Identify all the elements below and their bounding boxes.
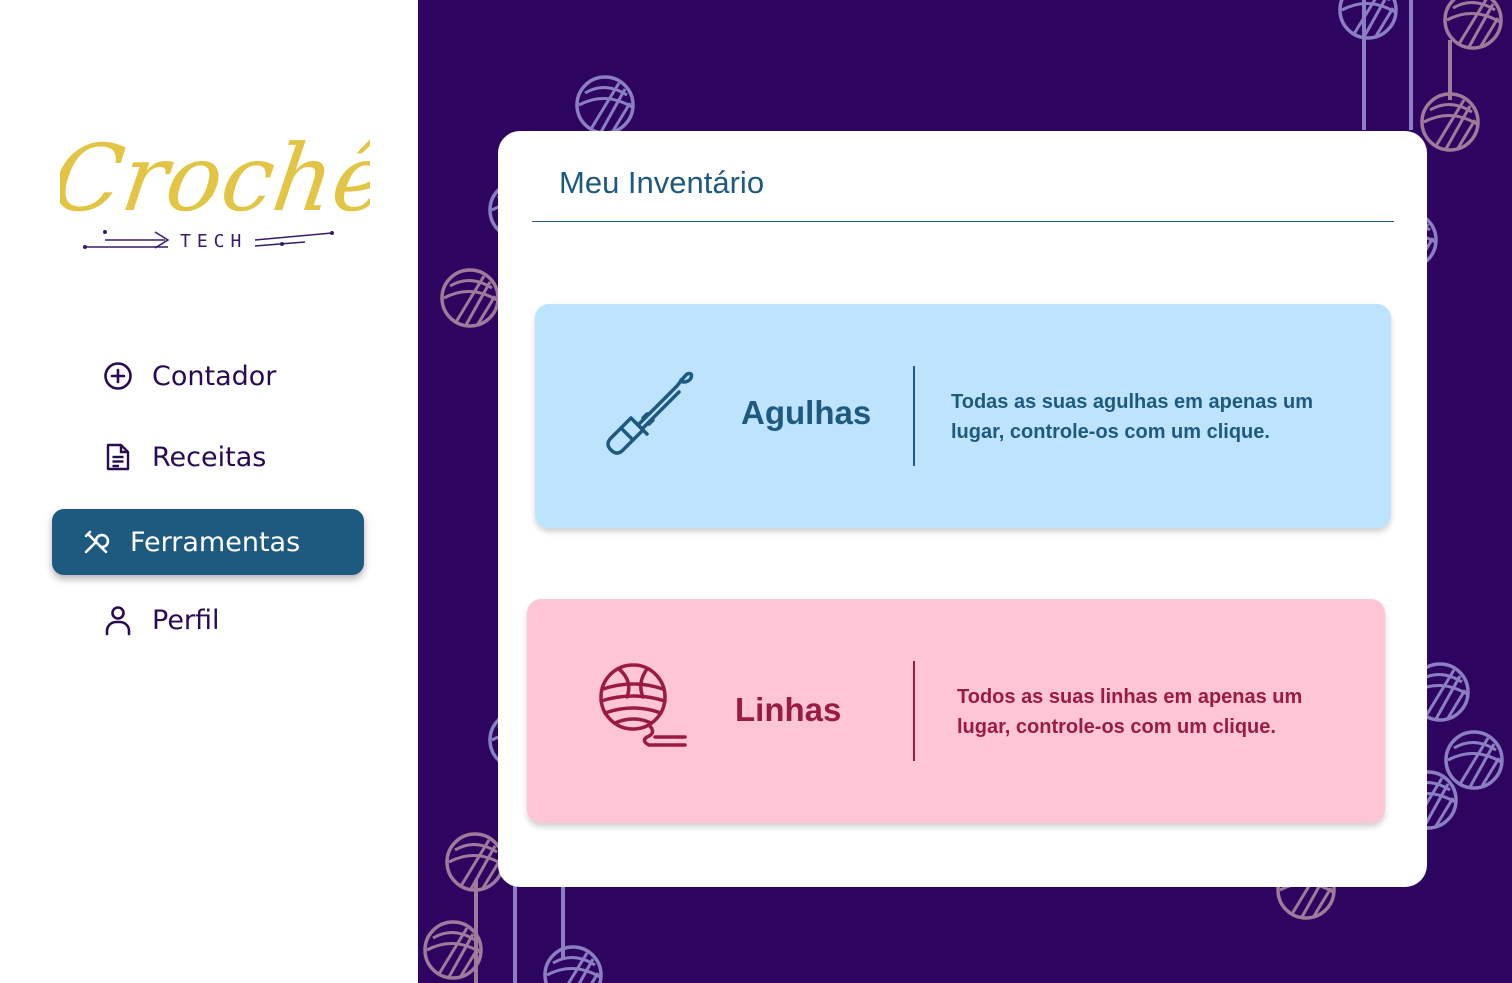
- nav-item-label: Perfil: [152, 604, 220, 636]
- inventory-card: Meu Inventário Agulhas Todas as suas agu…: [498, 131, 1427, 887]
- nav-item-receitas[interactable]: Receitas: [52, 424, 364, 490]
- inventory-box-agulhas[interactable]: Agulhas Todas as suas agulhas em apenas …: [535, 304, 1391, 528]
- sidebar: Crochê TECH Contador Receitas Ferramenta…: [0, 0, 418, 983]
- nav-item-label: Receitas: [152, 441, 267, 473]
- yarn-ball-icon: [597, 661, 697, 761]
- nav-item-label: Ferramentas: [130, 526, 301, 558]
- user-icon: [102, 604, 134, 636]
- box-separator: [913, 366, 915, 466]
- crochet-hook-icon: [597, 362, 697, 462]
- nav-item-perfil[interactable]: Perfil: [52, 587, 364, 653]
- nav-item-ferramentas[interactable]: Ferramentas: [52, 509, 364, 575]
- svg-text:Crochê: Crochê: [60, 124, 370, 231]
- tools-icon: [80, 526, 112, 558]
- box-label-linhas: Linhas: [735, 691, 842, 728]
- document-icon: [102, 441, 134, 473]
- page-title: Meu Inventário: [559, 165, 765, 200]
- box-description-agulhas: Todas as suas agulhas em apenas um lugar…: [951, 391, 1313, 443]
- nav-item-label: Contador: [152, 360, 277, 392]
- box-description-linhas: Todos as suas linhas em apenas um lugar,…: [957, 686, 1303, 738]
- svg-text:TECH: TECH: [180, 231, 247, 252]
- nav-item-contador[interactable]: Contador: [52, 343, 364, 409]
- box-separator: [913, 661, 915, 761]
- plus-circle-icon: [102, 360, 134, 392]
- box-label-agulhas: Agulhas: [741, 394, 872, 431]
- brand-logo[interactable]: Crochê TECH: [60, 70, 370, 260]
- title-divider: [532, 221, 1394, 222]
- inventory-box-linhas[interactable]: Linhas Todos as suas linhas em apenas um…: [527, 599, 1385, 823]
